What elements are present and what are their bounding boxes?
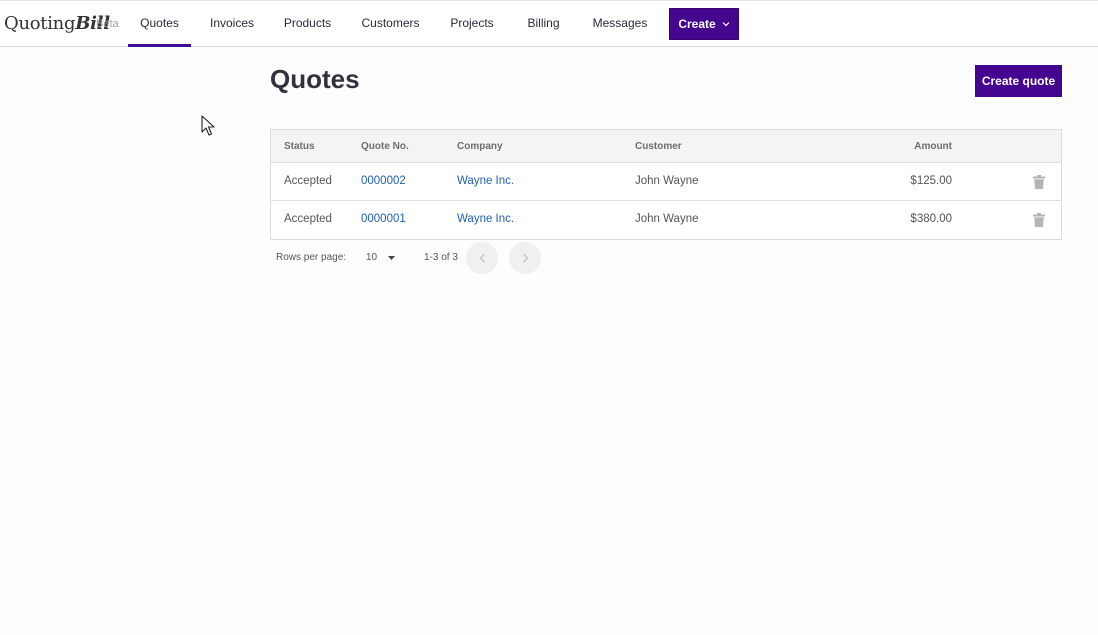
nav-item-billing[interactable]: Billing	[516, 1, 571, 47]
logo-regular-text: Quoting	[4, 13, 76, 34]
header-company[interactable]: Company	[457, 130, 503, 163]
nav-item-customers[interactable]: Customers	[352, 1, 429, 47]
quote-number-link[interactable]: 0000002	[361, 163, 406, 200]
rows-per-page-value: 10	[366, 252, 378, 263]
pagination: Rows per page: 10 1-3 of 3	[270, 242, 570, 274]
amount-cell: $125.00	[910, 175, 952, 187]
caret-down-icon	[388, 256, 395, 260]
trash-icon[interactable]	[1033, 175, 1045, 189]
rows-per-page-select[interactable]: 10	[364, 248, 400, 268]
table-row[interactable]: Accepted 0000002 Wayne Inc. John Wayne $…	[271, 163, 1061, 201]
rows-per-page-label: Rows per page:	[276, 252, 347, 263]
table-row[interactable]: Accepted 0000001 Wayne Inc. John Wayne $…	[271, 201, 1061, 239]
previous-page-button[interactable]	[466, 242, 498, 274]
company-link[interactable]: Wayne Inc.	[457, 163, 514, 200]
nav-item-products[interactable]: Products	[275, 1, 340, 47]
page-range-text: 1-3 of 3	[424, 252, 458, 263]
status-cell: Accepted	[284, 175, 332, 187]
quote-number-link[interactable]: 0000001	[361, 201, 406, 238]
beta-badge: Beta	[96, 18, 119, 30]
customer-cell: John Wayne	[635, 213, 699, 225]
trash-icon[interactable]	[1033, 213, 1045, 227]
mouse-cursor-icon	[201, 115, 215, 136]
nav-item-invoices[interactable]: Invoices	[201, 1, 263, 47]
header-customer[interactable]: Customer	[635, 130, 682, 163]
nav-item-messages[interactable]: Messages	[583, 1, 657, 47]
company-link[interactable]: Wayne Inc.	[457, 201, 514, 238]
header-status[interactable]: Status	[284, 130, 315, 163]
nav-item-quotes[interactable]: Quotes	[128, 1, 191, 47]
create-label: Create	[678, 17, 716, 31]
status-cell: Accepted	[284, 213, 332, 225]
customer-cell: John Wayne	[635, 175, 699, 187]
app-logo[interactable]: QuotingBill	[4, 13, 110, 34]
page-title: Quotes	[270, 64, 360, 94]
header-amount[interactable]: Amount	[842, 130, 952, 163]
header-quote-no[interactable]: Quote No.	[361, 130, 409, 163]
nav-item-projects[interactable]: Projects	[441, 1, 503, 47]
quotes-table: Status Quote No. Company Customer Amount…	[270, 129, 1062, 240]
next-page-button[interactable]	[509, 242, 541, 274]
create-quote-button[interactable]: Create quote	[975, 65, 1062, 97]
amount-cell: $380.00	[910, 213, 952, 225]
top-navigation-bar: QuotingBill Beta Quotes Invoices Product…	[0, 0, 1098, 47]
chevron-down-icon	[722, 22, 730, 27]
chevron-right-icon	[522, 253, 528, 263]
chevron-left-icon	[479, 253, 485, 263]
create-dropdown-button[interactable]: Create	[669, 8, 739, 40]
table-header: Status Quote No. Company Customer Amount	[271, 130, 1061, 163]
